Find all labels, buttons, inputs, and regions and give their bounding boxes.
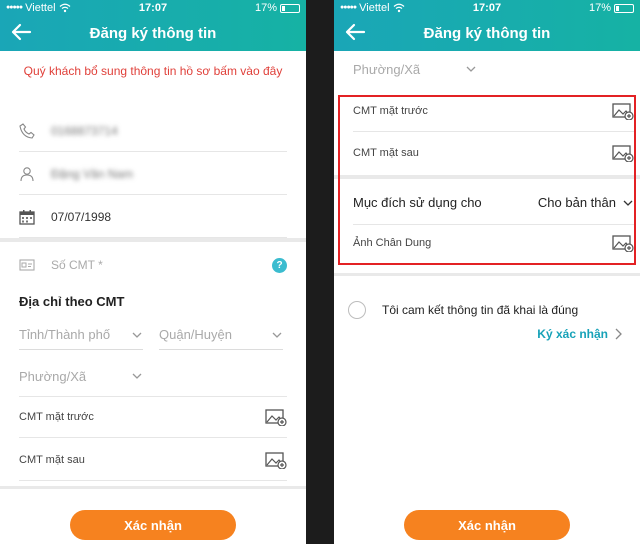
help-icon[interactable]: ? [272, 257, 287, 273]
highlight-box [338, 95, 636, 265]
confirm-button[interactable]: Xác nhận [404, 510, 570, 540]
section-divider [0, 486, 306, 489]
section-divider [0, 238, 306, 242]
id-number-row[interactable]: Số CMT * ? [19, 244, 287, 286]
chevron-down-icon [132, 373, 142, 379]
ward-select[interactable]: Phường/Xã [19, 361, 143, 391]
phone-row: 0168873714 [19, 110, 287, 152]
battery-icon [280, 3, 300, 13]
dob-row[interactable]: 07/07/1998 [19, 196, 287, 238]
id-card-icon [19, 259, 35, 271]
left-screen: ●●●●● Viettel 17:07 17% Đăng ký thông ti… [0, 0, 306, 544]
front-id-label: CMT mặt trước [19, 411, 94, 423]
name-row: Đặng Văn Nam [19, 153, 287, 195]
commitment-text: Tôi cam kết thông tin đã khai là đúng [382, 303, 579, 317]
right-screen: ●●●●● Viettel 17:07 17% Đăng ký thông ti… [334, 0, 640, 544]
chevron-right-icon [615, 328, 622, 340]
battery-icon [614, 3, 634, 13]
phone-icon [19, 122, 35, 139]
name-value: Đặng Văn Nam [51, 166, 134, 181]
app-bar: ●●●●● Viettel 17:07 17% Đăng ký thông ti… [334, 0, 640, 51]
page-title: Đăng ký thông tin [423, 25, 551, 42]
app-bar: ●●●●● Viettel 17:07 17% Đăng ký thông ti… [0, 0, 306, 51]
supplement-notice-link[interactable]: Quý khách bổ sung thông tin hồ sơ bấm và… [0, 64, 306, 78]
user-icon [20, 166, 34, 181]
status-bar: ●●●●● Viettel 17:07 17% [334, 0, 640, 16]
province-select[interactable]: Tỉnh/Thành phố [19, 320, 143, 350]
ward-placeholder: Phường/Xã [353, 61, 421, 77]
chevron-down-icon [272, 332, 282, 338]
address-section-title: Địa chỉ theo CMT [19, 294, 125, 309]
calendar-icon [19, 209, 35, 225]
confirm-button[interactable]: Xác nhận [70, 510, 236, 540]
image-add-icon[interactable] [265, 451, 287, 469]
back-id-label: CMT mặt sau [19, 453, 85, 466]
phone-value: 0168873714 [51, 123, 118, 138]
district-select[interactable]: Quận/Huyện [159, 320, 283, 350]
status-bar: ●●●●● Viettel 17:07 17% [0, 0, 306, 16]
ward-select[interactable]: Phường/Xã [353, 54, 477, 84]
province-placeholder: Tỉnh/Thành phố [19, 327, 111, 342]
commitment-radio[interactable] [348, 301, 366, 319]
back-id-upload-row[interactable]: CMT mặt sau [19, 439, 287, 481]
ward-placeholder: Phường/Xã [19, 368, 87, 384]
page-title: Đăng ký thông tin [89, 25, 217, 42]
sign-link-label: Ký xác nhận [537, 327, 608, 341]
sign-confirm-link[interactable]: Ký xác nhận [537, 327, 622, 341]
chevron-down-icon [132, 332, 142, 338]
image-add-icon[interactable] [265, 408, 287, 426]
battery-percent: 17% [588, 2, 611, 14]
section-divider [334, 273, 640, 276]
dob-value: 07/07/1998 [51, 209, 112, 224]
commitment-row: Tôi cam kết thông tin đã khai là đúng [348, 298, 626, 322]
district-placeholder: Quận/Huyện [159, 327, 232, 342]
front-id-upload-row[interactable]: CMT mặt trước [19, 396, 287, 438]
chevron-down-icon [466, 66, 476, 72]
id-number-input[interactable]: Số CMT * [51, 258, 272, 272]
battery-percent: 17% [254, 2, 277, 14]
